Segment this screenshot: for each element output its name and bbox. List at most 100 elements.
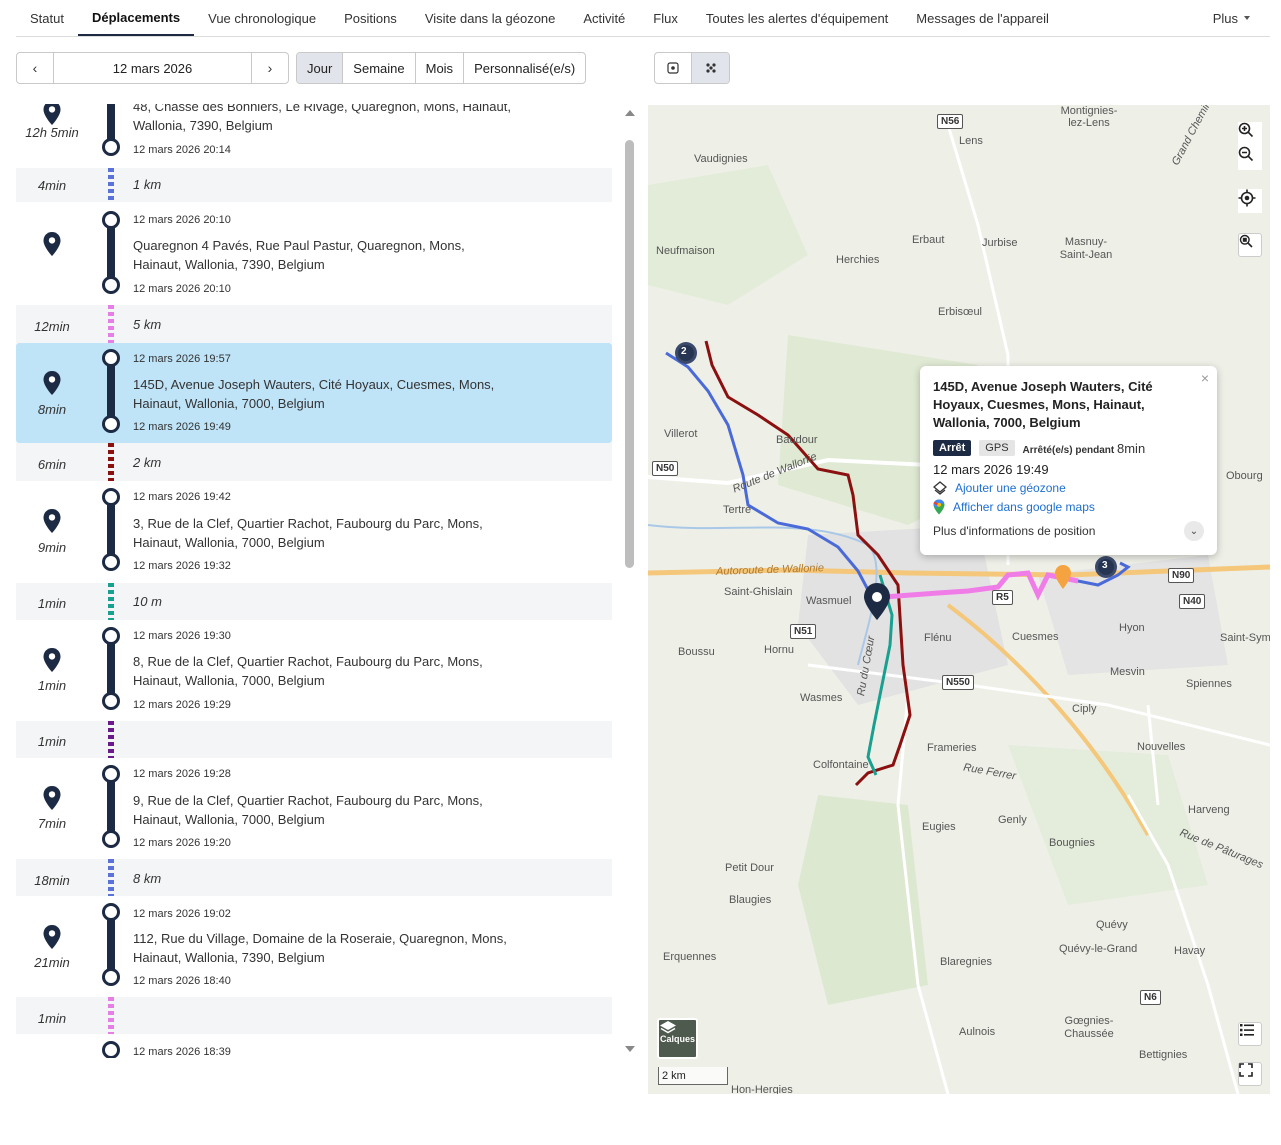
geozone-icon [933, 481, 947, 495]
scroll-down-icon[interactable] [625, 1046, 635, 1052]
map-label-quevy-le-grand: Quévy-le-Grand [1059, 943, 1138, 955]
trip-row[interactable]: 6min 2 km [16, 443, 612, 481]
map-label-jurbise: Jurbise [982, 237, 1018, 249]
timeline-node [102, 692, 120, 710]
timeline-node [102, 1041, 120, 1058]
map-label-tertre: Tertre [723, 504, 752, 516]
map-label-aulnois: Aulnois [959, 1026, 996, 1038]
stop-row[interactable]: 1min 12 mars 2026 19:30 8, Rue de la Cle… [16, 620, 612, 721]
stop-row[interactable]: 7min 12 mars 2026 19:28 9, Rue de la Cle… [16, 758, 612, 859]
add-geozone-link[interactable]: Ajouter une géozone [933, 481, 1204, 495]
position-popup: × 145D, Avenue Joseph Wauters, Cité Hoya… [920, 366, 1217, 555]
range-week-button[interactable]: Semaine [343, 53, 416, 83]
close-icon[interactable]: × [1201, 370, 1209, 386]
legend-list-button[interactable] [1238, 1022, 1262, 1046]
trip-row[interactable]: 1min [16, 997, 612, 1034]
tab-positions[interactable]: Positions [330, 0, 411, 36]
trip-row[interactable]: 18min 8 km [16, 859, 612, 896]
fullscreen-button[interactable] [1238, 1062, 1262, 1086]
tab-vue-chronologique[interactable]: Vue chronologique [194, 0, 330, 36]
map-label-eugies: Eugies [922, 821, 956, 833]
stop-row-selected[interactable]: 8min 12 mars 2026 19:57 145D, Avenue Jos… [16, 343, 612, 443]
trip-duration: 4min [37, 178, 67, 193]
map-label-cuesmes: Cuesmes [1012, 631, 1059, 643]
stop-row[interactable]: 21min 12 mars 2026 19:02 112, Rue du Vil… [16, 896, 612, 997]
range-custom-button[interactable]: Personnalisé(e/s) [464, 53, 585, 83]
map-label-wasmes: Wasmes [800, 692, 843, 704]
map-label-saint-ghislain: Saint-Ghislain [724, 586, 793, 598]
road-badge-n50: N50 [652, 461, 679, 476]
google-maps-link[interactable]: Afficher dans google maps [933, 499, 1204, 515]
road-badge-n6: N6 [1140, 990, 1161, 1005]
road-badge-n56: N56 [937, 114, 964, 129]
range-month-button[interactable]: Mois [416, 53, 465, 83]
scroll-up-icon[interactable] [625, 110, 635, 116]
tab-deplacements[interactable]: Déplacements [77, 0, 195, 36]
map-label-baudour: Baudour [776, 434, 818, 446]
trip-distance: 1 km [133, 177, 162, 192]
top-tabs: Statut Déplacements Vue chronologique Po… [16, 0, 1270, 37]
tab-messages[interactable]: Messages de l'appareil [902, 0, 1063, 36]
zoom-to-fit-button[interactable] [1238, 233, 1262, 257]
timeline-node [102, 968, 120, 986]
map-label-bougnies: Bougnies [1049, 837, 1095, 849]
single-point-view-button[interactable] [655, 53, 692, 83]
trip-row[interactable]: 4min 1 km [16, 168, 612, 202]
range-day-button[interactable]: Jour [297, 53, 344, 83]
stop-row[interactable]: 12h 5min 48, Chasse des Bonniers, Le Riv… [16, 104, 612, 168]
trip-row[interactable]: 12min 5 km [16, 305, 612, 343]
tab-activite[interactable]: Activité [569, 0, 639, 36]
scroll-thumb[interactable] [625, 140, 634, 568]
tab-statut[interactable]: Statut [16, 0, 78, 36]
trip-duration: 1min [37, 734, 67, 749]
map-label-spiennes: Spiennes [1186, 678, 1232, 690]
stop-end-time: 12 mars 2026 20:10 [133, 283, 231, 295]
trip-row[interactable]: 1min 10 m [16, 583, 612, 620]
layers-icon [660, 1021, 676, 1034]
zoom-in-button[interactable] [1238, 122, 1262, 146]
map-label-masnuy: Masnuy-Saint-Jean [1059, 236, 1113, 261]
tab-visite-geozone[interactable]: Visite dans la géozone [411, 0, 570, 36]
chevron-down-icon[interactable]: ⌄ [1184, 521, 1204, 541]
road-badge-r5: R5 [992, 590, 1013, 605]
map-pin-icon [43, 509, 61, 533]
map-label-quevy: Quévy [1096, 919, 1128, 931]
map-label-saint-symphorien: Saint-Symphorien [1220, 632, 1270, 644]
road-badge-n90: N90 [1168, 568, 1195, 583]
prev-day-button[interactable]: ‹ [17, 53, 54, 83]
map-view[interactable]: Vaudignies Lens Montignies-lez-Lens Neuf… [648, 105, 1270, 1094]
map-label-boussu: Boussu [678, 646, 715, 658]
trip-timeline: 12h 5min 48, Chasse des Bonniers, Le Riv… [16, 104, 612, 1058]
more-menu[interactable]: Plus [1199, 0, 1270, 36]
tab-alertes[interactable]: Toutes les alertes d'équipement [692, 0, 902, 36]
stop-address: 8, Rue de la Clef, Quartier Rachot, Faub… [133, 654, 483, 688]
trip-duration: 1min [37, 1011, 67, 1026]
timeline-node [102, 765, 120, 783]
stop-start-time: 12 mars 2026 19:28 [133, 768, 231, 780]
stop-row[interactable]: 12 mars 2026 18:39 [16, 1034, 612, 1058]
stop-duration: 9min [37, 540, 67, 555]
timeline-node [102, 488, 120, 506]
trip-distance: 10 m [133, 594, 162, 609]
tab-flux[interactable]: Flux [639, 0, 692, 36]
map-label-nouvelles: Nouvelles [1137, 741, 1186, 753]
stop-row[interactable]: 9min 12 mars 2026 19:42 3, Rue de la Cle… [16, 481, 612, 583]
trip-row[interactable]: 1min [16, 721, 612, 758]
timeline-scrollbar[interactable] [621, 104, 639, 1058]
map-label-herchies: Herchies [836, 254, 880, 266]
map-label-wasmuel: Wasmuel [806, 595, 852, 607]
layers-button[interactable]: Calques [657, 1018, 698, 1059]
more-position-info[interactable]: Plus d'informations de position ⌄ [933, 521, 1204, 541]
cluster-count[interactable]: 3 [1102, 560, 1108, 571]
all-points-view-button[interactable] [692, 53, 729, 83]
current-date[interactable]: 12 mars 2026 [54, 61, 251, 76]
map-label-erbisoeul: Erbisœul [938, 306, 983, 318]
stop-row[interactable]: 12 mars 2026 20:10 Quaregnon 4 Pavés, Ru… [16, 202, 612, 305]
cluster-count[interactable]: 2 [681, 346, 687, 357]
locate-button[interactable] [1238, 189, 1262, 213]
next-day-button[interactable]: › [251, 53, 288, 83]
zoom-out-button[interactable] [1238, 146, 1262, 170]
map-label-erbaut: Erbaut [912, 234, 945, 246]
search-zoom-icon [1239, 234, 1253, 248]
stop-end-time: 12 mars 2026 19:29 [133, 699, 231, 711]
